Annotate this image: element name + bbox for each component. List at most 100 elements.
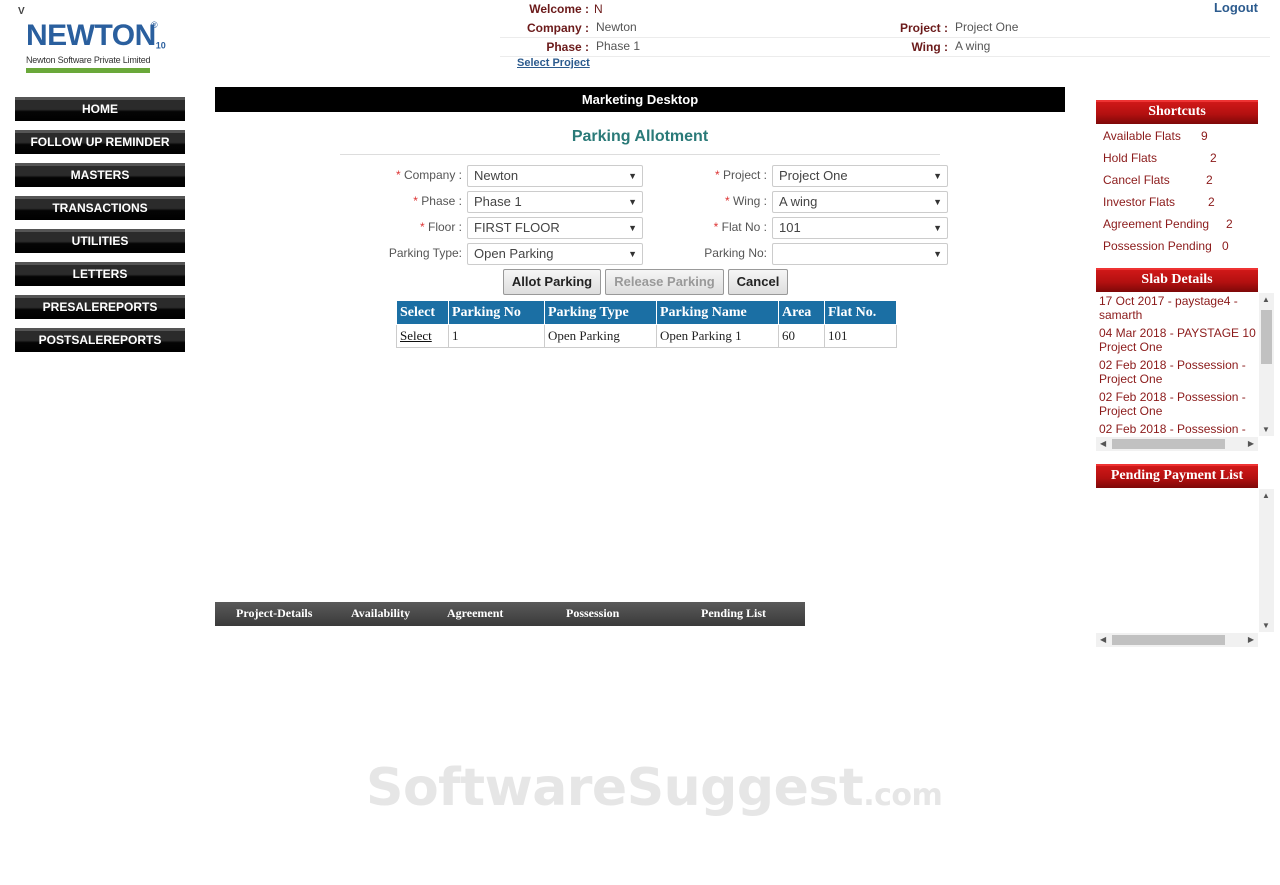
menu-transactions[interactable]: TRANSACTIONS: [15, 196, 185, 220]
header-phase-row: Phase : Phase 1 Wing : A wing: [500, 38, 1270, 57]
project-field-label: * Project :: [714, 168, 767, 182]
header-welcome-row: Welcome : N Logout: [500, 0, 1270, 19]
shortcut-agreement-pending[interactable]: Agreement Pending: [1103, 217, 1209, 231]
wing-value: A wing: [955, 39, 991, 53]
list-item[interactable]: 02 Feb 2018 - Possession - Project One: [1096, 358, 1258, 386]
tab-pending-list[interactable]: Pending List: [701, 606, 766, 621]
menu-home[interactable]: HOME: [15, 97, 185, 121]
grid-header-area: Area: [778, 300, 825, 325]
grid-cell-parking-type: Open Parking: [544, 324, 657, 348]
tab-availability[interactable]: Availability: [351, 606, 410, 621]
scroll-right-icon[interactable]: ▶: [1248, 439, 1254, 448]
slab-vertical-scrollbar[interactable]: ▲ ▼: [1259, 293, 1274, 436]
list-item[interactable]: 17 Oct 2017 - paystage4 - samarth: [1096, 294, 1258, 322]
flat-no-select[interactable]: 101 ▼: [772, 217, 948, 239]
release-parking-button[interactable]: Release Parking: [605, 269, 724, 295]
parking-grid: Select Parking No Parking Type Parking N…: [396, 300, 897, 348]
company-field-label: * Company :: [395, 168, 462, 182]
floor-field-label: * Floor :: [419, 220, 462, 234]
shortcut-hold-flats-count: 2: [1210, 151, 1217, 165]
shortcut-available-flats[interactable]: Available Flats: [1103, 129, 1181, 143]
scroll-down-icon[interactable]: ▼: [1262, 425, 1270, 434]
tab-possession[interactable]: Possession: [566, 606, 619, 621]
chevron-down-icon: ▼: [628, 197, 637, 207]
grid-cell-parking-no: 1: [448, 324, 545, 348]
chevron-down-icon: ▼: [933, 249, 942, 259]
newton-logo: ® NEWTON10 Newton Software Private Limit…: [26, 20, 166, 82]
list-item[interactable]: 02 Feb 2018 - Possession - Project One: [1096, 390, 1258, 418]
slab-horizontal-scrollbar[interactable]: ◀ ▶: [1096, 437, 1258, 451]
scroll-thumb[interactable]: [1112, 439, 1225, 449]
parking-no-field-label: Parking No:: [704, 246, 767, 260]
phase-value: Phase 1: [596, 39, 641, 53]
phase-select[interactable]: Phase 1 ▼: [467, 191, 643, 213]
wing-select[interactable]: A wing ▼: [772, 191, 948, 213]
page-title: Parking Allotment: [571, 128, 709, 145]
header-company-row: Company : Newton Project : Project One: [500, 19, 1270, 38]
phase-field-label: * Phase :: [413, 194, 462, 208]
list-item[interactable]: 04 Mar 2018 - PAYSTAGE 10 Project One: [1096, 326, 1258, 354]
grid-cell-area: 60: [778, 324, 825, 348]
pending-horizontal-scrollbar[interactable]: ◀ ▶: [1096, 633, 1258, 647]
wing-field-label: * Wing :: [724, 194, 767, 208]
parking-type-select[interactable]: Open Parking ▼: [467, 243, 643, 265]
scroll-down-icon[interactable]: ▼: [1262, 621, 1270, 630]
shortcut-cancel-flats-count: 2: [1206, 173, 1213, 187]
pending-vertical-scrollbar[interactable]: ▲ ▼: [1259, 489, 1274, 632]
cancel-button[interactable]: Cancel: [728, 269, 788, 295]
shortcut-possession-pending-count: 0: [1222, 239, 1229, 253]
project-label: Project :: [899, 21, 948, 35]
logo-registered-mark: ®: [151, 20, 158, 30]
menu-postsale-reports[interactable]: POSTSALEREPORTS: [15, 328, 185, 352]
main-menu: HOME FOLLOW UP REMINDER MASTERS TRANSACT…: [15, 97, 185, 361]
grid-header-select: Select: [396, 300, 449, 325]
project-select[interactable]: Project One ▼: [772, 165, 948, 187]
scroll-left-icon[interactable]: ◀: [1100, 635, 1106, 644]
grid-cell-select: Select: [396, 324, 449, 348]
chevron-down-icon: ▼: [933, 223, 942, 233]
app-mark: V: [18, 6, 25, 17]
wing-label: Wing :: [911, 40, 948, 54]
pending-payment-header: Pending Payment List: [1096, 464, 1258, 488]
logout-link[interactable]: Logout: [1214, 0, 1258, 15]
select-project-link[interactable]: Select Project: [517, 57, 590, 69]
chevron-down-icon: ▼: [933, 171, 942, 181]
menu-follow-up-reminder[interactable]: FOLLOW UP REMINDER: [15, 130, 185, 154]
scroll-up-icon[interactable]: ▲: [1262, 295, 1270, 304]
shortcut-investor-flats[interactable]: Investor Flats: [1103, 195, 1175, 209]
chevron-down-icon: ▼: [628, 223, 637, 233]
logo-wordmark: NEWTON: [26, 19, 156, 52]
shortcuts-header: Shortcuts: [1096, 100, 1258, 124]
chevron-down-icon: ▼: [628, 249, 637, 259]
grid-header-row: Select Parking No Parking Type Parking N…: [396, 300, 897, 325]
menu-utilities[interactable]: UTILITIES: [15, 229, 185, 253]
shortcut-hold-flats[interactable]: Hold Flats: [1103, 151, 1157, 165]
table-row: Select 1 Open Parking Open Parking 1 60 …: [396, 324, 897, 348]
bottom-tab-bar: Project-Details Availability Agreement P…: [215, 602, 805, 626]
parking-type-field-label: Parking Type:: [388, 246, 462, 260]
scroll-left-icon[interactable]: ◀: [1100, 439, 1106, 448]
scroll-up-icon[interactable]: ▲: [1262, 491, 1270, 500]
company-select[interactable]: Newton ▼: [467, 165, 643, 187]
tab-agreement[interactable]: Agreement: [447, 606, 503, 621]
tab-project-details[interactable]: Project-Details: [236, 606, 312, 621]
chevron-down-icon: ▼: [933, 197, 942, 207]
scroll-thumb[interactable]: [1112, 635, 1225, 645]
scroll-thumb[interactable]: [1261, 310, 1272, 364]
grid-header-parking-name: Parking Name: [656, 300, 779, 325]
grid-header-flat-no: Flat No.: [824, 300, 897, 325]
floor-select[interactable]: FIRST FLOOR ▼: [467, 217, 643, 239]
desktop-title-bar: Marketing Desktop: [215, 87, 1065, 112]
scroll-right-icon[interactable]: ▶: [1248, 635, 1254, 644]
menu-presale-reports[interactable]: PRESALEREPORTS: [15, 295, 185, 319]
list-item[interactable]: 02 Feb 2018 - Possession -: [1096, 422, 1258, 436]
project-value: Project One: [955, 20, 1019, 34]
phase-label: Phase :: [546, 40, 589, 54]
menu-masters[interactable]: MASTERS: [15, 163, 185, 187]
allot-parking-button[interactable]: Allot Parking: [503, 269, 601, 295]
shortcut-possession-pending[interactable]: Possession Pending: [1103, 239, 1212, 253]
menu-letters[interactable]: LETTERS: [15, 262, 185, 286]
parking-no-select[interactable]: ▼: [772, 243, 948, 265]
shortcut-cancel-flats[interactable]: Cancel Flats: [1103, 173, 1170, 187]
select-row-link[interactable]: Select: [400, 328, 432, 343]
